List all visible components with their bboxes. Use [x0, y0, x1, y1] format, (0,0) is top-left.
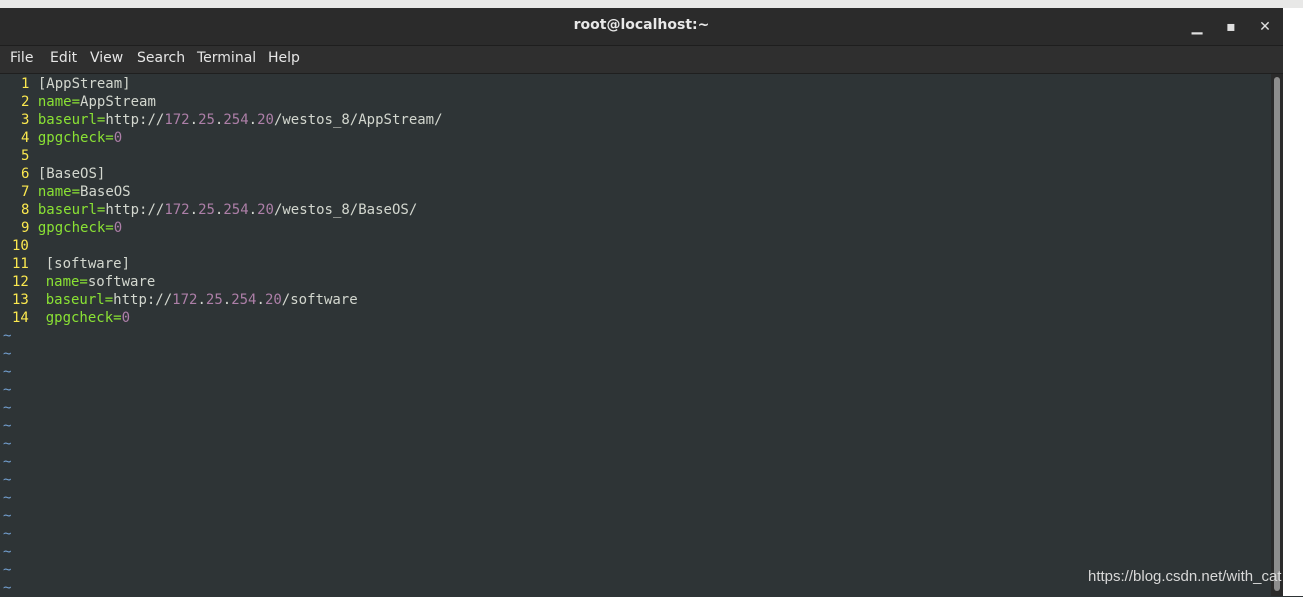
empty-line-tilde: ~ — [3, 346, 12, 362]
code-token: . — [256, 292, 265, 308]
minimize-icon[interactable]: ▁ — [1186, 16, 1208, 38]
code-token: [AppStream] — [37, 76, 131, 92]
code-token: . — [189, 112, 199, 128]
code-token: /westos_8/BaseOS/ — [273, 202, 418, 218]
code-token: software — [87, 274, 156, 290]
code-token: 254 — [231, 292, 257, 308]
line-number: 14 — [12, 310, 29, 326]
empty-line-tilde: ~ — [3, 418, 12, 434]
close-icon[interactable]: ✕ — [1254, 16, 1276, 38]
empty-line-tilde: ~ — [3, 526, 12, 542]
code-token: baseurl= — [45, 292, 114, 308]
code-token: name= — [37, 184, 81, 200]
editor-line: 8 baseurl=http://172.25.254.20/westos_8/… — [21, 201, 417, 219]
code-token: 254 — [223, 202, 249, 218]
editor-line: 1 [AppStream] — [21, 75, 131, 93]
code-token: gpgcheck= — [37, 130, 114, 146]
code-token: http:// — [105, 202, 165, 218]
code-token: 0 — [121, 310, 131, 326]
code-token: 25 — [198, 112, 215, 128]
code-token: 172 — [164, 112, 190, 128]
empty-line-tilde: ~ — [3, 382, 12, 398]
empty-line-tilde: ~ — [3, 490, 12, 506]
watermark-url: https://blog.csdn.net/with_cat — [1088, 568, 1282, 585]
window-edge — [1283, 8, 1303, 596]
scrollbar-thumb[interactable] — [1274, 77, 1280, 591]
code-token: baseurl= — [37, 112, 106, 128]
empty-line-tilde: ~ — [3, 472, 12, 488]
editor-line: 11 [software] — [12, 255, 130, 273]
editor-line: 13 baseurl=http://172.25.254.20/software — [12, 291, 358, 309]
window-titlebar[interactable]: root@localhost:~ ▁ ▪ ✕ — [0, 8, 1283, 46]
editor-line: 12 name=software — [12, 273, 155, 291]
code-token: AppStream — [80, 94, 156, 110]
empty-line-tilde: ~ — [3, 562, 12, 578]
menu-view[interactable]: View — [90, 50, 123, 66]
code-token: . — [248, 202, 258, 218]
empty-line-tilde: ~ — [3, 454, 12, 470]
menubar: File Edit View Search Terminal Help — [0, 46, 1283, 74]
code-token: 0 — [113, 130, 123, 146]
empty-line-tilde: ~ — [3, 544, 12, 560]
code-token: 20 — [264, 292, 282, 308]
editor-line: 7 name=BaseOS — [21, 183, 131, 201]
code-token: /software — [281, 292, 358, 308]
code-token: 20 — [257, 112, 274, 128]
editor-line: 2 name=AppStream — [21, 93, 156, 111]
code-token: 25 — [198, 202, 215, 218]
code-token: http:// — [113, 292, 173, 308]
editor-line: 6 [BaseOS] — [21, 165, 105, 183]
window-title: root@localhost:~ — [573, 17, 710, 33]
empty-line-tilde: ~ — [3, 580, 12, 596]
empty-line-tilde: ~ — [3, 436, 12, 452]
code-token: name= — [45, 274, 88, 290]
empty-line-tilde: ~ — [3, 328, 12, 344]
code-token: baseurl= — [37, 202, 106, 218]
code-token: 172 — [164, 202, 190, 218]
code-token: 25 — [205, 292, 223, 308]
code-token: [BaseOS] — [37, 166, 106, 182]
top-strip — [0, 0, 1303, 8]
line-number: 13 — [12, 292, 29, 308]
code-token: 0 — [113, 220, 123, 236]
menu-search[interactable]: Search — [137, 50, 185, 66]
empty-line-tilde: ~ — [3, 400, 12, 416]
code-token: 254 — [223, 112, 249, 128]
menu-terminal[interactable]: Terminal — [197, 50, 256, 66]
code-token: . — [189, 202, 199, 218]
empty-line-tilde: ~ — [3, 508, 12, 524]
editor-line: 14 gpgcheck=0 — [12, 309, 130, 327]
menu-edit[interactable]: Edit — [50, 50, 77, 66]
code-token: gpgcheck= — [37, 220, 114, 236]
menu-file[interactable]: File — [10, 50, 33, 66]
code-token: . — [222, 292, 232, 308]
empty-line-tilde: ~ — [3, 364, 12, 380]
line-number: 11 — [12, 256, 29, 272]
code-token: name= — [37, 94, 81, 110]
editor-line: 10 — [12, 237, 46, 255]
line-number: 12 — [12, 274, 29, 290]
editor-line: 9 gpgcheck=0 — [21, 219, 122, 237]
menu-help[interactable]: Help — [268, 50, 300, 66]
code-token: /westos_8/AppStream/ — [273, 112, 443, 128]
editor-line: 3 baseurl=http://172.25.254.20/westos_8/… — [21, 111, 443, 129]
line-number: 10 — [12, 238, 29, 254]
code-token: gpgcheck= — [45, 310, 122, 326]
maximize-icon[interactable]: ▪ — [1220, 16, 1242, 38]
code-token: http:// — [105, 112, 165, 128]
code-token: 20 — [257, 202, 274, 218]
code-token: BaseOS — [80, 184, 131, 200]
vim-editor[interactable]: 1 [AppStream] 2 name=AppStream 3 baseurl=h… — [0, 74, 1271, 596]
editor-line: 4 gpgcheck=0 — [21, 129, 122, 147]
code-token: 172 — [172, 292, 198, 308]
code-token: . — [248, 112, 258, 128]
code-token: [software] — [45, 256, 131, 272]
editor-line: 5 — [21, 147, 38, 165]
scrollbar[interactable] — [1271, 74, 1283, 596]
code-token: . — [197, 292, 206, 308]
